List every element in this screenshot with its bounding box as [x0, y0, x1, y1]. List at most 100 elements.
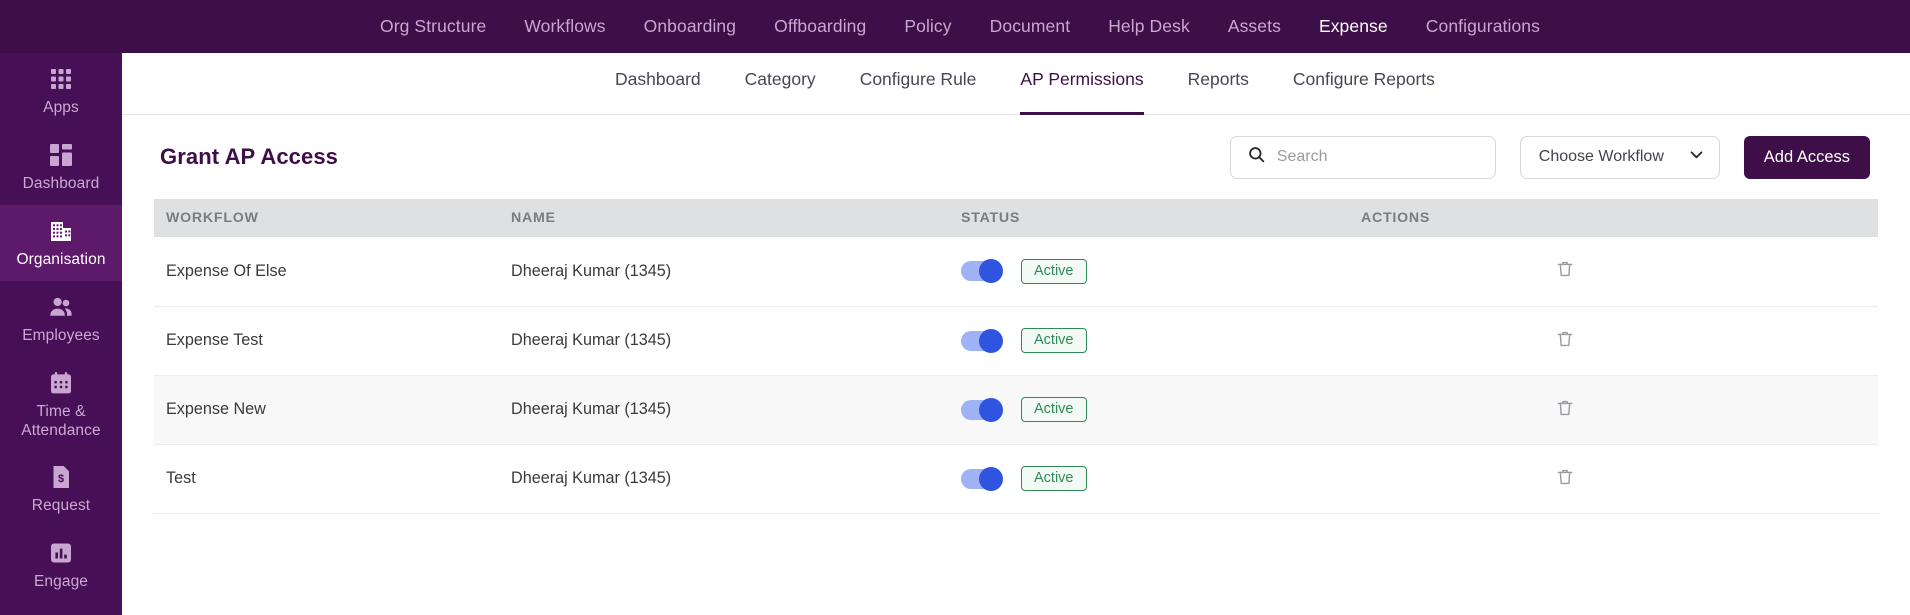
column-header-name: NAME [499, 199, 949, 237]
top-navigation-bar: Org Structure Workflows Onboarding Offboard… [0, 0, 1910, 53]
table-row: Test Dheeraj Kumar (1345) Active [154, 444, 1878, 514]
cell-name: Dheeraj Kumar (1345) [499, 237, 949, 307]
status-badge: Active [1021, 327, 1087, 354]
sidebar-item-label: Dashboard [22, 174, 100, 192]
column-header-actions: ACTIONS [1349, 199, 1878, 237]
workflow-select[interactable]: Choose Workflow [1519, 135, 1720, 179]
sidebar-item-label: Request [31, 497, 91, 515]
topnav-item-onboarding[interactable]: Onboarding [644, 17, 736, 36]
search-icon [1247, 145, 1266, 169]
column-header-status: STATUS [949, 199, 1349, 237]
tab-configure-rule[interactable]: Configure Rule [860, 53, 977, 115]
sidebar-item-label: Time & Attendance [21, 402, 101, 439]
top-navigation-items: Org Structure Workflows Onboarding Offboard… [380, 17, 1540, 36]
status-badge: Active [1021, 258, 1087, 284]
page-title: Grant AP Access [160, 144, 338, 169]
status-badge: Active [1021, 465, 1087, 492]
table-header: WORKFLOW NAME STATUS ACTIONS [154, 199, 1878, 237]
cell-status: Active [949, 306, 1349, 376]
table-row: Expense New Dheeraj Kumar (1345) Active [154, 375, 1878, 445]
status-toggle[interactable] [961, 259, 1003, 284]
main-content: Dashboard Category Configure Rule AP Permis… [122, 53, 1910, 615]
tab-dashboard[interactable]: Dashboard [615, 53, 701, 115]
sidebar-item-organisation[interactable]: Organisation [0, 204, 122, 281]
app-root: Org Structure Workflows Onboarding Offboard… [0, 0, 1910, 615]
toggle-knob [979, 466, 1003, 491]
tab-ap-permissions[interactable]: AP Permissions [1020, 53, 1144, 115]
sub-navigation-items: Dashboard Category Configure Rule AP Permis… [615, 53, 1435, 115]
delete-icon[interactable] [1554, 258, 1576, 280]
toggle-knob [979, 397, 1003, 422]
topnav-item-workflows[interactable]: Workflows [524, 17, 605, 36]
cell-name: Dheeraj Kumar (1345) [499, 306, 949, 376]
cell-workflow: Expense Of Else [154, 237, 499, 307]
cell-actions [1349, 444, 1878, 514]
cell-name: Dheeraj Kumar (1345) [499, 444, 949, 514]
sidebar-item-label: Employees [22, 326, 100, 344]
table-row: Expense Test Dheeraj Kumar (1345) Active [154, 306, 1878, 376]
status-toggle[interactable] [961, 328, 1003, 353]
sidebar-item-dashboard[interactable]: Dashboard [0, 129, 122, 205]
header-tools: Choose Workflow Add Access [1229, 135, 1870, 179]
sidebar-item-label: Organisation [16, 250, 106, 268]
calendar-icon [48, 370, 74, 396]
topnav-item-org-structure[interactable]: Org Structure [380, 17, 486, 36]
workflow-select-label: Choose Workflow [1538, 148, 1664, 165]
topnav-item-offboarding[interactable]: Offboarding [774, 17, 866, 36]
dashboard-tiles-icon [48, 142, 74, 168]
table-row: Expense Of Else Dheeraj Kumar (1345) Activ… [154, 237, 1878, 307]
topnav-item-policy[interactable]: Policy [904, 17, 951, 36]
chevron-down-icon [1688, 146, 1705, 168]
search-input[interactable] [1276, 148, 1483, 166]
sidebar-item-label: Engage [33, 573, 89, 591]
page-header: Grant AP Access Choose Workflow [122, 115, 1910, 199]
sidebar-item-employees[interactable]: Employees [0, 281, 122, 357]
delete-icon[interactable] [1554, 397, 1576, 419]
search-box[interactable] [1229, 135, 1496, 179]
topnav-item-document[interactable]: Document [990, 17, 1071, 36]
cell-workflow: Expense New [154, 375, 499, 445]
cell-status: Active [949, 237, 1349, 307]
sidebar-item-engage[interactable]: Engage [0, 527, 122, 603]
grid-apps-icon [48, 66, 74, 92]
status-badge: Active [1021, 396, 1087, 423]
sidebar-item-request[interactable]: $ Request [0, 451, 122, 527]
cell-name: Dheeraj Kumar (1345) [499, 375, 949, 445]
cell-workflow: Expense Test [154, 306, 499, 376]
sidebar-item-label: Apps [43, 99, 79, 116]
topnav-item-help-desk[interactable]: Help Desk [1108, 17, 1190, 36]
cell-actions [1349, 375, 1878, 445]
cell-actions [1349, 306, 1878, 376]
delete-icon[interactable] [1554, 466, 1576, 488]
topnav-item-expense[interactable]: Expense [1319, 17, 1388, 36]
tab-configure-reports[interactable]: Configure Reports [1293, 53, 1435, 115]
status-toggle[interactable] [961, 397, 1003, 422]
topnav-item-assets[interactable]: Assets [1228, 17, 1281, 36]
delete-icon[interactable] [1554, 328, 1576, 350]
cell-actions [1349, 237, 1878, 307]
tab-category[interactable]: Category [745, 53, 816, 115]
tab-reports[interactable]: Reports [1188, 53, 1249, 115]
topnav-item-configurations[interactable]: Configurations [1426, 17, 1540, 36]
sub-navigation-bar: Dashboard Category Configure Rule AP Permis… [122, 53, 1910, 115]
sidebar-item-apps[interactable]: Apps [0, 53, 122, 129]
table-container: WORKFLOW NAME STATUS ACTIONS Expense Of … [122, 199, 1910, 514]
toggle-knob [979, 328, 1003, 353]
people-icon [48, 294, 74, 320]
building-icon [48, 218, 74, 244]
column-header-workflow: WORKFLOW [154, 199, 499, 237]
table-body: Expense Of Else Dheeraj Kumar (1345) Activ… [154, 237, 1878, 514]
table-header-row: WORKFLOW NAME STATUS ACTIONS [154, 199, 1878, 237]
status-toggle[interactable] [961, 466, 1003, 491]
sidebar-item-time-attendance[interactable]: Time & Attendance [0, 357, 122, 452]
add-access-button[interactable]: Add Access [1743, 135, 1870, 179]
sidebar: Apps Dashboard Organisation Employees Ti… [0, 53, 122, 615]
cell-status: Active [949, 375, 1349, 445]
toggle-knob [979, 259, 1003, 284]
money-document-icon: $ [48, 464, 74, 490]
ap-permissions-table: WORKFLOW NAME STATUS ACTIONS Expense Of … [154, 199, 1878, 514]
bar-chart-icon [48, 540, 74, 566]
svg-text:$: $ [58, 473, 64, 485]
cell-status: Active [949, 444, 1349, 514]
cell-workflow: Test [154, 444, 499, 514]
